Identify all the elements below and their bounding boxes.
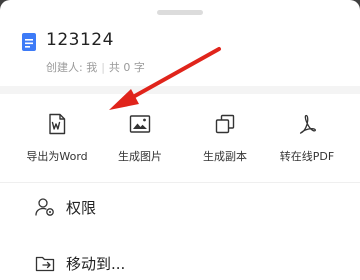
document-icon bbox=[22, 33, 36, 51]
permission-menu-item[interactable]: 权限 bbox=[0, 184, 360, 230]
action-grid: 导出为Word 生成图片 生成副本 转在线PDF bbox=[0, 104, 360, 170]
drag-handle[interactable] bbox=[157, 10, 203, 15]
pdf-icon bbox=[299, 114, 316, 134]
bottom-sheet: 123124 创建人: 我 | 共 0 字 导出为Word 生成图片 生成副本 … bbox=[0, 0, 360, 280]
permission-label: 权限 bbox=[66, 198, 97, 217]
export-word-button[interactable]: 导出为Word bbox=[12, 104, 102, 170]
section-divider bbox=[0, 86, 360, 94]
document-creator: 创建人: 我 bbox=[46, 61, 98, 74]
document-title: 123124 bbox=[46, 30, 114, 50]
meta-separator: | bbox=[101, 61, 105, 74]
list-divider bbox=[0, 182, 360, 183]
move-to-label: 移动到... bbox=[66, 254, 126, 273]
make-copy-button[interactable]: 生成副本 bbox=[180, 104, 270, 170]
permission-icon bbox=[35, 198, 54, 216]
generate-image-label: 生成图片 bbox=[118, 150, 162, 163]
generate-image-button[interactable]: 生成图片 bbox=[95, 104, 185, 170]
word-export-icon bbox=[49, 113, 66, 135]
move-to-menu-item[interactable]: 移动到... bbox=[0, 240, 360, 280]
document-meta: 创建人: 我 | 共 0 字 bbox=[46, 59, 145, 75]
document-header: 123124 创建人: 我 | 共 0 字 bbox=[0, 26, 360, 84]
copy-icon bbox=[215, 114, 235, 134]
export-word-label: 导出为Word bbox=[26, 150, 88, 163]
move-folder-icon bbox=[35, 256, 55, 272]
document-word-count: 共 0 字 bbox=[108, 61, 145, 74]
online-pdf-button[interactable]: 转在线PDF bbox=[262, 104, 352, 170]
image-icon bbox=[129, 115, 151, 133]
online-pdf-label: 转在线PDF bbox=[279, 150, 335, 163]
make-copy-label: 生成副本 bbox=[203, 150, 247, 163]
